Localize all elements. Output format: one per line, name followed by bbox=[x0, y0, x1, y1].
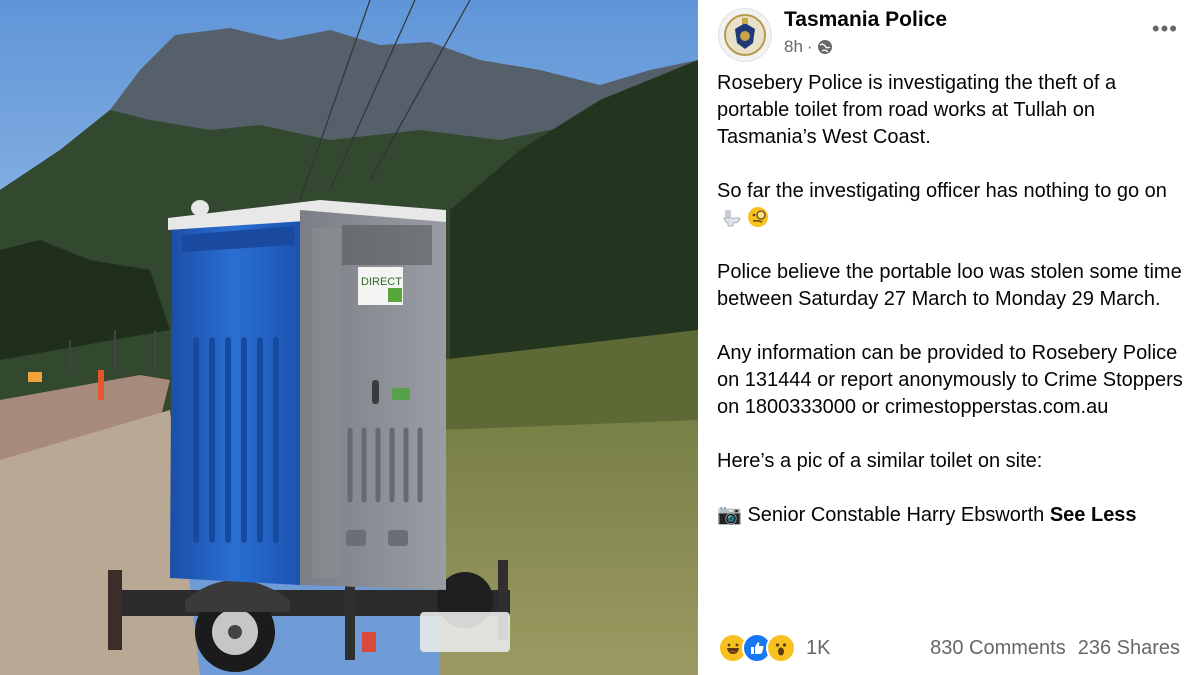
photo-credit: Senior Constable Harry Ebsworth bbox=[747, 504, 1045, 526]
face-with-monocle-icon bbox=[748, 207, 768, 227]
page-name[interactable]: Tasmania Police bbox=[784, 8, 947, 32]
comments-count[interactable]: 830 Comments bbox=[930, 637, 1066, 660]
paragraph-4: Any information can be provided to Roseb… bbox=[717, 342, 1183, 418]
post-photo[interactable]: DIRECT bbox=[0, 0, 698, 675]
page-avatar[interactable] bbox=[718, 8, 772, 62]
separator-dot: · bbox=[806, 37, 813, 56]
post-footer: 1K 830 Comments 236 Shares bbox=[718, 630, 1180, 666]
globe-icon[interactable] bbox=[817, 39, 833, 55]
paragraph-5: Here’s a pic of a similar toilet on site… bbox=[717, 450, 1043, 472]
paragraph-2-text: So far the investigating officer has not… bbox=[717, 180, 1167, 202]
reactions-summary[interactable] bbox=[718, 633, 796, 663]
reaction-count[interactable]: 1K bbox=[806, 637, 830, 660]
camera-icon: 📷 bbox=[717, 504, 742, 526]
post-panel: Tasmania Police 8h · ••• Rosebery Police… bbox=[698, 0, 1200, 675]
portable-toilet-photo: DIRECT bbox=[0, 0, 698, 675]
post-text: Rosebery Police is investigating the the… bbox=[717, 70, 1187, 529]
paragraph-3: Police believe the portable loo was stol… bbox=[717, 261, 1182, 310]
shares-count[interactable]: 236 Shares bbox=[1078, 637, 1180, 660]
see-less-link[interactable]: See Less bbox=[1050, 504, 1137, 526]
toilet-sign-text: DIRECT bbox=[361, 276, 402, 288]
wow-reaction-icon bbox=[766, 633, 796, 663]
paragraph-2: So far the investigating officer has not… bbox=[717, 178, 1187, 232]
post-meta: 8h · bbox=[784, 37, 833, 57]
paragraph-6: 📷 Senior Constable Harry Ebsworth See Le… bbox=[717, 502, 1187, 529]
toilet-icon bbox=[723, 210, 741, 227]
more-options-button[interactable]: ••• bbox=[1152, 18, 1178, 40]
post-time[interactable]: 8h bbox=[784, 37, 803, 57]
paragraph-1: Rosebery Police is investigating the the… bbox=[717, 72, 1117, 148]
police-badge-icon bbox=[724, 14, 766, 56]
